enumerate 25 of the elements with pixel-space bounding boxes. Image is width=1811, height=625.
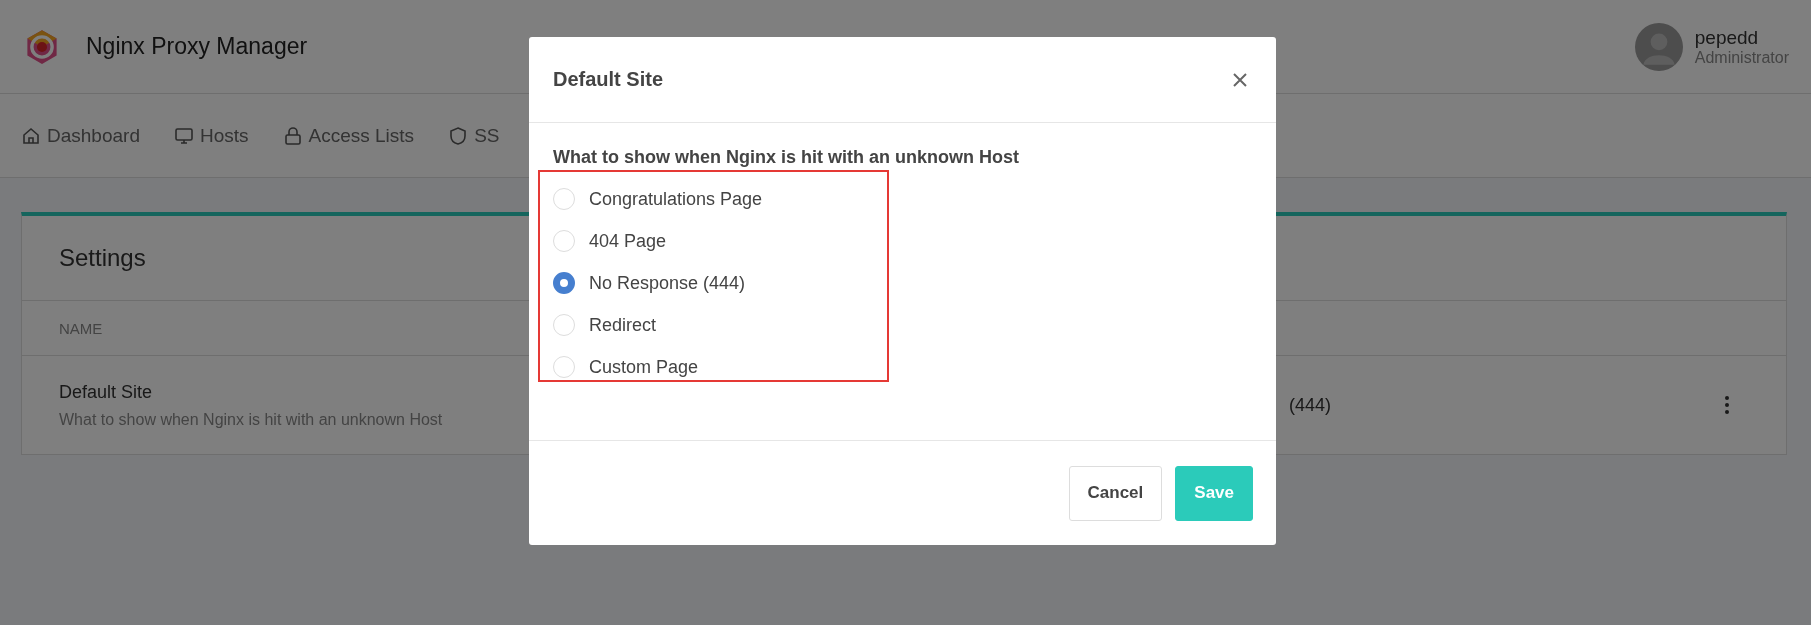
option-label[interactable]: Congratulations Page <box>589 188 763 210</box>
close-icon[interactable] <box>1232 71 1248 88</box>
setting-name: Default Site <box>59 381 154 403</box>
cancel-button[interactable]: Cancel <box>1068 465 1163 521</box>
option-label[interactable]: Redirect <box>589 314 657 336</box>
setting-description: What to show when Nginx is hit with an unknown Host <box>59 410 444 429</box>
more-icon[interactable] <box>1724 395 1730 415</box>
option-label[interactable]: Custom Page <box>589 356 699 378</box>
user-name: pepedd <box>1694 26 1760 49</box>
shield-icon <box>448 125 469 146</box>
avatar-icon <box>1634 22 1683 71</box>
app-title: Nginx Proxy Manager <box>86 33 308 60</box>
monitor-icon <box>173 125 194 146</box>
user-role: Administrator <box>1694 48 1789 67</box>
home-icon <box>21 125 41 146</box>
radio-button[interactable] <box>553 272 575 294</box>
logo-icon <box>24 28 60 65</box>
card-title: Settings <box>59 244 146 272</box>
question-label: What to show when Nginx is hit with an unknown Host <box>553 147 1020 168</box>
option-label[interactable]: 404 Page <box>589 230 667 252</box>
setting-value: (444) <box>1289 394 1332 416</box>
option-label[interactable]: No Response (444) <box>589 272 746 294</box>
modal-title: Default Site <box>553 68 664 91</box>
lock-icon <box>282 125 303 146</box>
column-header: NAME <box>59 319 103 337</box>
